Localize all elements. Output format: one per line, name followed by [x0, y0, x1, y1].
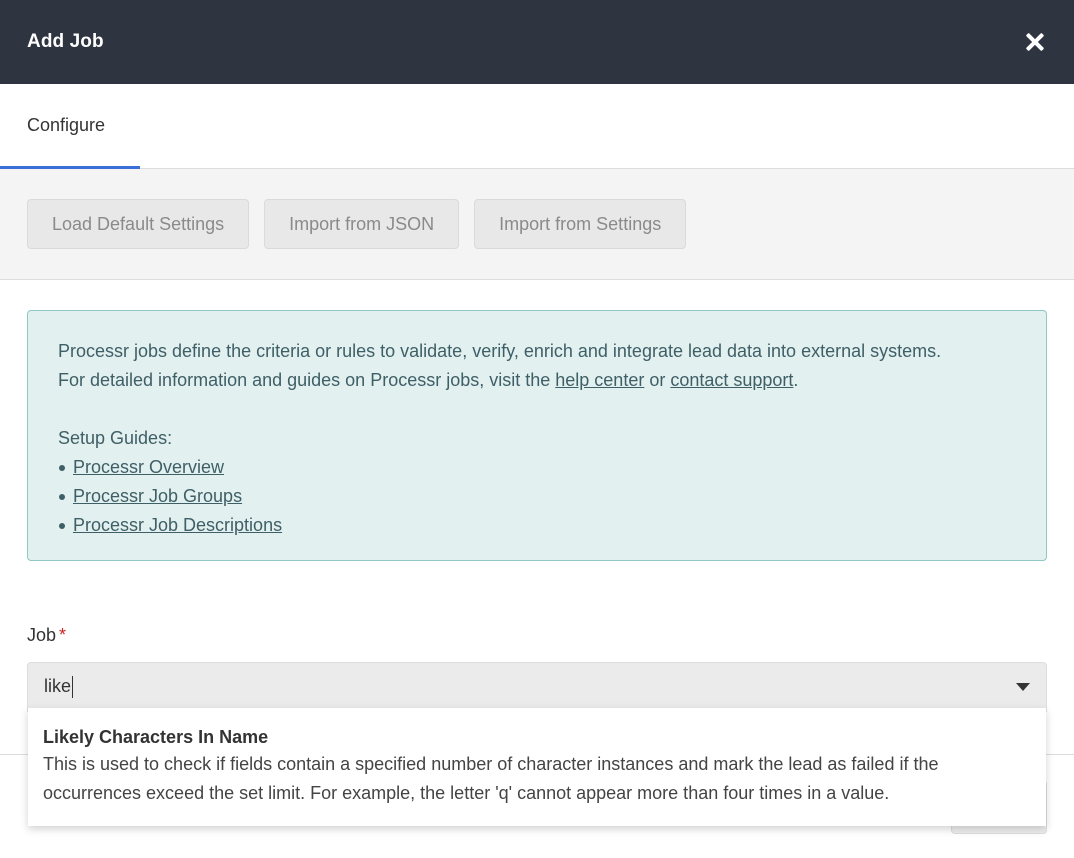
list-item: Processr Overview: [58, 453, 1016, 482]
close-icon[interactable]: [1024, 31, 1046, 53]
job-dropdown-option[interactable]: Likely Characters In Name This is used t…: [28, 708, 1046, 826]
settings-toolbar: Load Default Settings Import from JSON I…: [0, 169, 1074, 280]
info-alert: Processr jobs define the criteria or rul…: [27, 310, 1047, 561]
job-select-input[interactable]: like: [27, 662, 1047, 712]
option-description-line-1: This is used to check if fields contain …: [43, 754, 939, 774]
job-label: Job *: [27, 625, 1047, 651]
import-from-json-button[interactable]: Import from JSON: [264, 199, 460, 249]
text-cursor: [72, 676, 74, 699]
list-item: Processr Job Groups: [58, 482, 1016, 511]
job-search-value[interactable]: like: [44, 675, 74, 699]
info-line-1: Processr jobs define the criteria or rul…: [58, 341, 942, 361]
job-search-text: like: [44, 675, 72, 696]
contact-support-link[interactable]: contact support: [670, 370, 793, 390]
add-job-modal: Add Job Configure Load Default Settings …: [0, 0, 1074, 858]
required-marker: *: [59, 625, 67, 645]
tab-configure[interactable]: Configure: [0, 84, 140, 169]
info-line-2-prefix: For detailed information and guides on P…: [58, 370, 556, 390]
option-description: This is used to check if fields contain …: [43, 750, 1030, 808]
load-default-settings-button[interactable]: Load Default Settings: [27, 199, 250, 249]
processr-job-groups-link[interactable]: Processr Job Groups: [73, 486, 242, 506]
modal-body: Processr jobs define the criteria or rul…: [0, 280, 1074, 712]
info-period: .: [793, 370, 799, 390]
help-center-link[interactable]: help center: [555, 370, 644, 390]
setup-guides-list: Processr Overview Processr Job Groups Pr…: [58, 453, 1016, 540]
modal-title: Add Job: [27, 31, 104, 52]
option-description-line-2: occurrences exceed the set limit. For ex…: [43, 783, 890, 803]
setup-guides-heading: Setup Guides:: [58, 428, 173, 448]
job-field: Job * like: [27, 625, 1047, 712]
tab-bar: Configure: [0, 84, 1074, 169]
chevron-down-icon[interactable]: [1016, 683, 1030, 691]
import-from-settings-button[interactable]: Import from Settings: [474, 199, 687, 249]
info-or-text: or: [644, 370, 671, 390]
processr-job-descriptions-link[interactable]: Processr Job Descriptions: [73, 515, 282, 535]
processr-overview-link[interactable]: Processr Overview: [73, 457, 224, 477]
option-title: Likely Characters In Name: [43, 727, 269, 747]
job-label-text: Job: [27, 625, 57, 645]
list-item: Processr Job Descriptions: [58, 511, 1016, 540]
modal-header: Add Job: [0, 0, 1074, 84]
info-description: Processr jobs define the criteria or rul…: [58, 337, 1016, 395]
